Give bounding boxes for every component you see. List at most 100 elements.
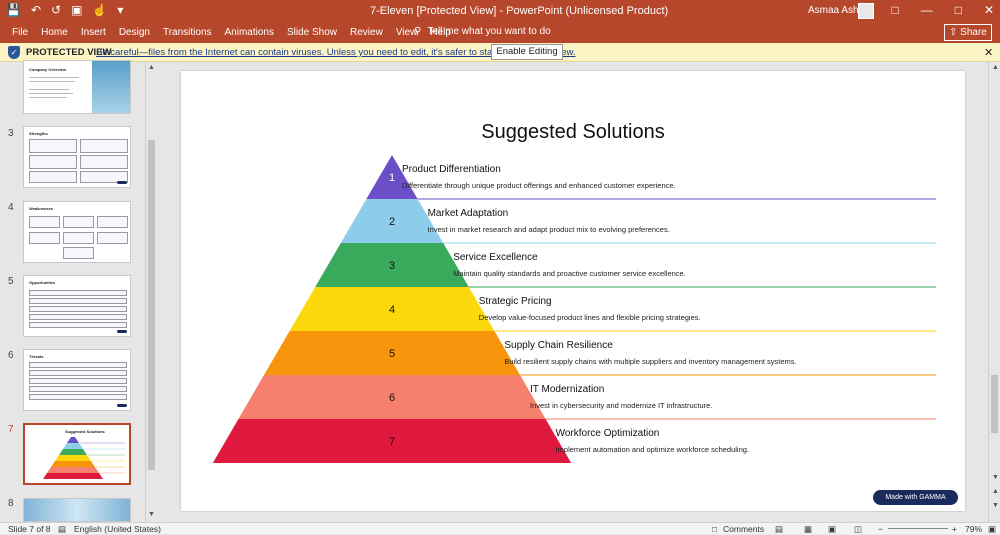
level-heading: Workforce Optimization [556, 428, 660, 439]
pyramid-level-number: 6 [389, 392, 395, 404]
minimize-button[interactable]: — [921, 3, 933, 17]
undo-icon[interactable]: ↶ [31, 3, 41, 17]
fit-to-window-icon[interactable]: ▣ [988, 524, 996, 535]
pyramid-level-number: 1 [389, 172, 395, 184]
tab-animations[interactable]: Animations [225, 27, 274, 38]
zoom-out-icon[interactable]: − [878, 524, 883, 534]
avatar[interactable] [858, 3, 874, 19]
title-bar: 💾 ↶ ↺ ▣ ☝ ▾ 7-Eleven [Protected View] - … [0, 0, 1000, 22]
reading-view-icon[interactable]: ▣ [828, 524, 836, 535]
protected-view-bar: ✓ PROTECTED VIEW Be careful—files from t… [0, 43, 1000, 62]
thumbnail-pyramid [43, 437, 125, 479]
close-icon[interactable]: ✕ [984, 46, 993, 59]
tab-home[interactable]: Home [41, 27, 68, 38]
level-description: Invest in cybersecurity and modernize IT… [530, 401, 712, 410]
slide-thumbnail-3[interactable]: Strengths [23, 126, 131, 188]
touch-icon[interactable]: ☝ [92, 3, 107, 17]
tab-file[interactable]: File [12, 27, 28, 38]
close-button[interactable]: ✕ [984, 3, 994, 17]
comments-icon[interactable]: □ [712, 524, 717, 534]
slide-thumbnail-2[interactable]: Company Overview [23, 60, 131, 114]
thumbnail-number-4: 4 [8, 202, 14, 213]
ribbon-display-icon[interactable]: □ [891, 3, 898, 17]
thumbnail-title: Threats [29, 354, 44, 359]
status-bar: Slide 7 of 8 ▤ English (United States) □… [0, 522, 1000, 534]
thumbnail-scrollbar[interactable]: ▲ ▼ [145, 62, 156, 522]
shield-icon: ✓ [8, 46, 20, 59]
level-heading: Market Adaptation [428, 208, 509, 219]
tab-insert[interactable]: Insert [81, 27, 106, 38]
scroll-down-icon[interactable]: ▼ [992, 474, 999, 481]
slide-counter: Slide 7 of 8 [8, 524, 51, 534]
slide-thumbnail-5[interactable]: Opportunities [23, 275, 131, 337]
share-label: Share [960, 27, 987, 38]
thumbnail-title: Company Overview [29, 67, 67, 72]
level-heading: Strategic Pricing [479, 296, 552, 307]
window-title: 7-Eleven [Protected View] - PowerPoint (… [370, 5, 669, 17]
scrollbar-handle[interactable] [148, 140, 155, 470]
level-heading: IT Modernization [530, 384, 604, 395]
level-description: Develop value-focused product lines and … [479, 313, 701, 322]
ribbon-tabs: File Home Insert Design Transitions Anim… [0, 22, 1000, 43]
next-slide-icon[interactable]: ▼ [992, 502, 999, 509]
level-description: Build resilient supply chains with multi… [504, 357, 796, 366]
customize-icon[interactable]: ▾ [117, 3, 123, 17]
comments-button[interactable]: Comments [723, 524, 764, 534]
pyramid-level-number: 2 [389, 216, 395, 228]
thumbnail-number-8: 8 [8, 498, 14, 509]
scrollbar-handle[interactable] [991, 375, 998, 433]
level-heading: Supply Chain Resilience [504, 340, 613, 351]
tell-me-box[interactable]: ⚲ Tell me what you want to do [414, 26, 551, 37]
quick-access-toolbar: 💾 ↶ ↺ ▣ ☝ ▾ [6, 3, 123, 17]
level-description: Implement automation and optimize workfo… [556, 445, 749, 454]
tab-transitions[interactable]: Transitions [163, 27, 212, 38]
slide-thumbnail-6[interactable]: Threats [23, 349, 131, 411]
slide-thumbnail-pane: Company Overview 3 Strengths 4 Weaknesse… [0, 60, 158, 522]
present-icon[interactable]: ▣ [71, 3, 82, 17]
previous-slide-icon[interactable]: ▲ [992, 488, 999, 495]
language-indicator[interactable]: English (United States) [74, 524, 161, 534]
tab-review[interactable]: Review [350, 27, 383, 38]
zoom-level[interactable]: 79% [965, 524, 982, 534]
thumbnail-number-7: 7 [8, 424, 14, 435]
thumbnail-number-5: 5 [8, 276, 14, 287]
level-description: Maintain quality standards and proactive… [453, 269, 686, 278]
zoom-slider[interactable] [888, 528, 948, 529]
slide-thumbnail-7[interactable]: Suggested Solutions [23, 423, 131, 485]
slide-thumbnail-8[interactable] [23, 498, 131, 522]
thumbnail-number-3: 3 [8, 128, 14, 139]
spelling-icon[interactable]: ▤ [58, 524, 66, 535]
gamma-badge[interactable]: Made with GAMMA [873, 490, 958, 505]
level-heading: Service Excellence [453, 252, 538, 263]
scroll-up-icon[interactable]: ▲ [148, 64, 155, 71]
pyramid-diagram: 1 Product Differentiation Differentiate th… [212, 155, 936, 463]
level-description: Invest in market research and adapt prod… [428, 225, 670, 234]
tab-slide-show[interactable]: Slide Show [287, 27, 337, 38]
scroll-down-icon[interactable]: ▼ [148, 511, 155, 518]
share-button[interactable]: ⇧ Share [944, 24, 992, 41]
normal-view-icon[interactable]: ▤ [775, 524, 783, 535]
share-icon: ⇧ [949, 27, 958, 38]
level-heading: Product Differentiation [402, 164, 501, 175]
slide-editor: Suggested Solutions 1 Product Differentia… [158, 62, 988, 522]
tell-me-text: Tell me what you want to do [427, 26, 551, 37]
redo-icon[interactable]: ↺ [51, 3, 61, 17]
pyramid-level-number: 3 [389, 260, 395, 272]
lightbulb-icon: ⚲ [414, 26, 422, 37]
slide-sorter-icon[interactable]: ▦ [804, 524, 812, 535]
thumbnail-title: Strengths [29, 131, 48, 136]
tab-design[interactable]: Design [119, 27, 150, 38]
pyramid-level-number: 5 [389, 348, 395, 360]
thumbnail-number-6: 6 [8, 350, 14, 361]
slide-thumbnail-4[interactable]: Weaknesses [23, 201, 131, 263]
level-description: Differentiate through unique product off… [402, 181, 676, 190]
pyramid-level-number: 7 [389, 436, 395, 448]
zoom-in-icon[interactable]: + [952, 524, 957, 534]
scroll-up-icon[interactable]: ▲ [992, 64, 999, 71]
maximize-button[interactable]: □ [955, 3, 962, 17]
enable-editing-button[interactable]: Enable Editing [491, 44, 563, 60]
editor-scrollbar[interactable]: ▲ ▼ ▲ ▼ [988, 62, 1000, 522]
slideshow-view-icon[interactable]: ◫ [854, 524, 862, 535]
save-icon[interactable]: 💾 [6, 3, 21, 17]
thumbnail-title: Weaknesses [29, 206, 53, 211]
